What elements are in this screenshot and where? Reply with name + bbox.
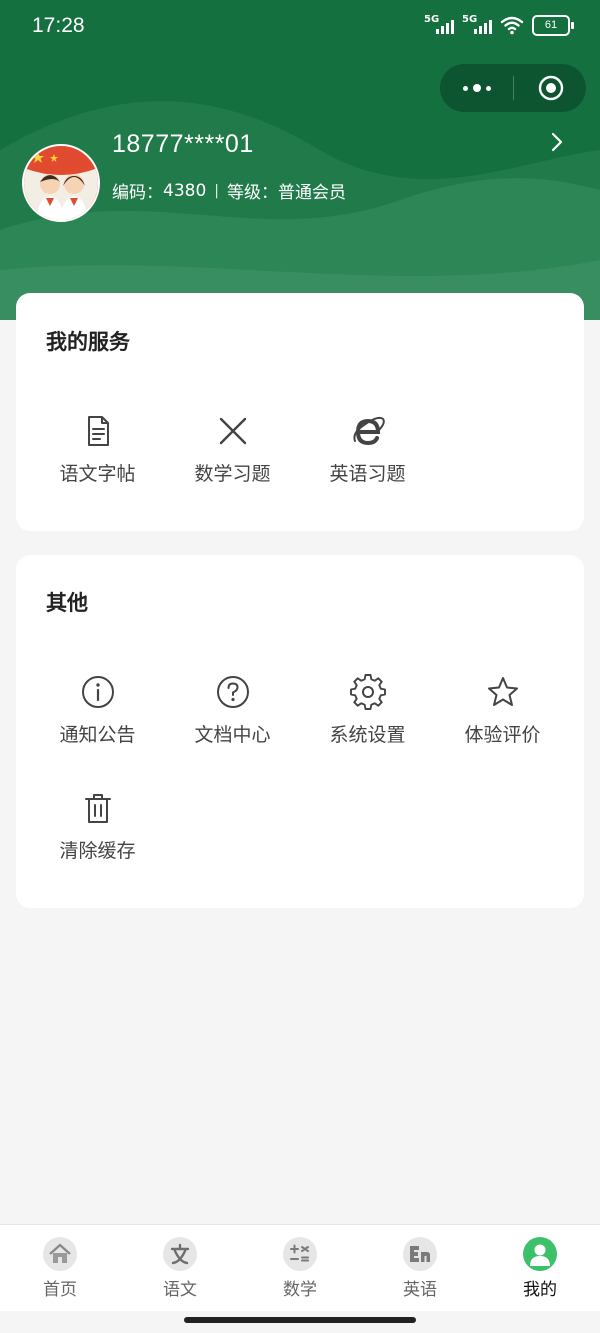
tab-label: 首页 bbox=[43, 1280, 77, 1300]
chinese-icon bbox=[163, 1237, 197, 1271]
other-item-clear-cache[interactable]: 清除缓存 bbox=[30, 790, 165, 863]
user-level: 普通会员 bbox=[277, 183, 346, 203]
chevron-right-icon[interactable] bbox=[548, 131, 566, 153]
service-label: 语文字帖 bbox=[59, 463, 136, 485]
user-meta: 编码： 4380 | 等级： 普通会员 bbox=[112, 178, 346, 204]
user-code: 4380 bbox=[163, 180, 207, 201]
service-label: 英语习题 bbox=[329, 463, 406, 485]
gear-icon bbox=[349, 674, 386, 710]
other-label: 系统设置 bbox=[329, 724, 406, 746]
service-label: 数学习题 bbox=[194, 463, 271, 485]
other-item-system-settings[interactable]: 系统设置 bbox=[300, 674, 435, 747]
ie-browser-icon bbox=[352, 416, 385, 446]
info-icon bbox=[81, 676, 114, 708]
star-icon bbox=[487, 677, 518, 706]
other-item-notices[interactable]: 通知公告 bbox=[30, 674, 165, 747]
services-card: 我的服务 语文字帖 数学习题 英语习题 bbox=[16, 293, 584, 531]
level-label: 等级： bbox=[226, 183, 278, 203]
tab-label: 语文 bbox=[163, 1280, 197, 1300]
other-label: 通知公告 bbox=[59, 724, 136, 746]
tab-mine[interactable]: 我的 bbox=[480, 1237, 600, 1300]
math-icon bbox=[283, 1237, 317, 1271]
user-phone: 18777****01 bbox=[112, 130, 254, 158]
tab-chinese[interactable]: 语文 bbox=[120, 1237, 240, 1300]
services-title: 我的服务 bbox=[46, 330, 130, 354]
code-label: 编码： bbox=[112, 183, 163, 203]
status-time: 17:28 bbox=[32, 14, 85, 37]
home-indicator[interactable] bbox=[184, 1317, 416, 1323]
battery-icon: 61 bbox=[532, 14, 574, 36]
other-label: 体验评价 bbox=[464, 724, 541, 746]
other-item-feedback[interactable]: 体验评价 bbox=[435, 674, 570, 747]
english-icon bbox=[403, 1237, 437, 1271]
tab-label: 英语 bbox=[403, 1280, 437, 1300]
profile-header: 17:28 5G 5G 61 18777****01 编码： 4380 | 等级… bbox=[0, 0, 600, 320]
others-card: 其他 通知公告 文档中心 系统设置 体验评价 清除缓存 bbox=[16, 555, 584, 908]
close-miniprogram-icon[interactable] bbox=[538, 75, 564, 101]
others-title: 其他 bbox=[46, 591, 88, 615]
service-item-english-exercises[interactable]: 英语习题 bbox=[300, 413, 435, 486]
other-item-doc-center[interactable]: 文档中心 bbox=[165, 674, 300, 747]
wifi-icon bbox=[500, 16, 524, 35]
home-icon bbox=[43, 1237, 77, 1271]
document-icon bbox=[87, 416, 109, 446]
more-menu-button[interactable] bbox=[440, 64, 513, 112]
service-item-chinese-copybook[interactable]: 语文字帖 bbox=[30, 413, 165, 486]
service-item-math-exercises[interactable]: 数学习题 bbox=[165, 413, 300, 486]
tab-math[interactable]: 数学 bbox=[240, 1237, 360, 1300]
tab-english[interactable]: 英语 bbox=[360, 1237, 480, 1300]
trash-icon bbox=[84, 794, 111, 823]
meta-divider: | bbox=[214, 182, 219, 199]
cellular-signal-icon: 5G bbox=[424, 14, 454, 36]
cellular-signal-icon: 5G bbox=[462, 14, 492, 36]
bottom-tab-bar: 首页 语文 数学 英语 我的 bbox=[0, 1224, 600, 1311]
tab-home[interactable]: 首页 bbox=[0, 1237, 120, 1300]
capsule-divider bbox=[513, 76, 514, 100]
user-icon bbox=[523, 1237, 557, 1271]
other-label: 文档中心 bbox=[194, 724, 271, 746]
status-bar: 17:28 5G 5G 61 bbox=[0, 0, 600, 56]
tab-label: 数学 bbox=[283, 1280, 317, 1300]
avatar[interactable] bbox=[22, 144, 100, 222]
help-icon bbox=[216, 676, 249, 708]
other-label: 清除缓存 bbox=[59, 840, 136, 862]
tab-label: 我的 bbox=[523, 1280, 557, 1300]
miniprogram-capsule bbox=[440, 64, 586, 112]
close-x-icon bbox=[219, 417, 246, 445]
